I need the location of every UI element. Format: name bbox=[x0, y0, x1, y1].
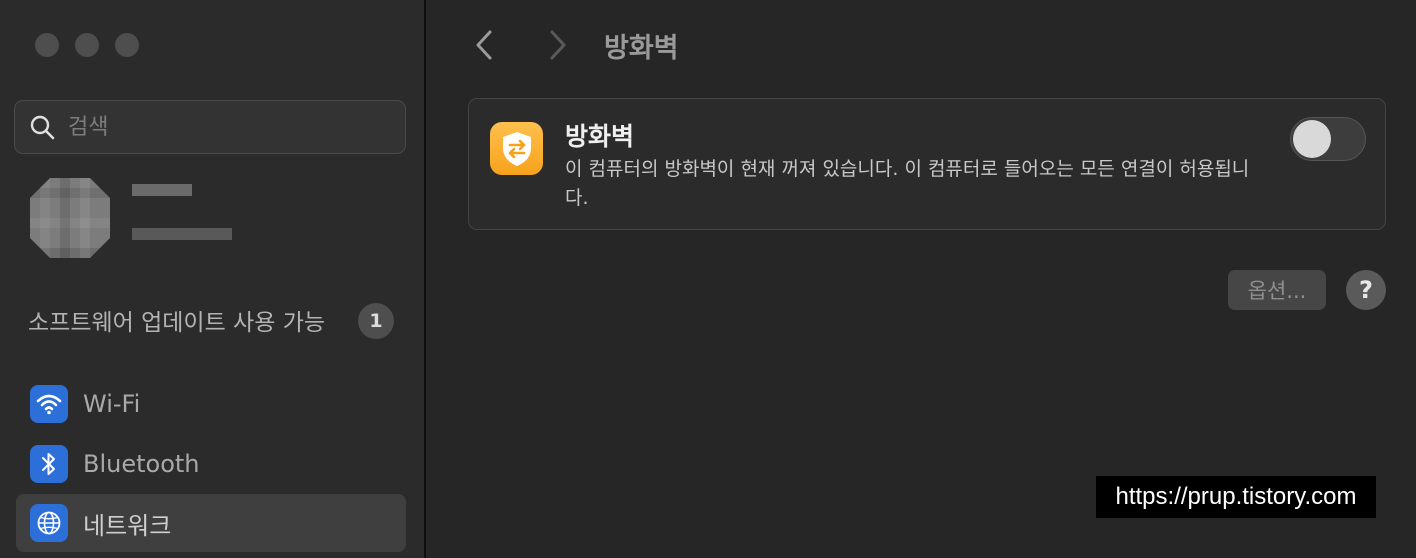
update-count-badge: 1 bbox=[358, 303, 394, 339]
software-update-row[interactable]: 소프트웨어 업데이트 사용 가능 1 bbox=[28, 301, 394, 339]
sidebar-item-label: 네트워크 bbox=[83, 511, 172, 540]
watermark-text: https://prup.tistory.com bbox=[1096, 476, 1376, 518]
minimize-window-button[interactable] bbox=[75, 33, 99, 57]
wifi-icon bbox=[30, 385, 68, 423]
window-controls bbox=[35, 33, 139, 57]
page-title: 방화벽 bbox=[604, 33, 679, 64]
firewall-toggle[interactable] bbox=[1290, 117, 1366, 161]
search-field[interactable] bbox=[14, 100, 406, 154]
help-button[interactable]: ? bbox=[1346, 270, 1386, 310]
firewall-settings-card: 방화벽 이 컴퓨터의 방화벽이 현재 꺼져 있습니다. 이 컴퓨터로 들어오는 … bbox=[468, 98, 1386, 230]
options-button[interactable]: 옵션... bbox=[1228, 270, 1326, 310]
apple-account-profile[interactable] bbox=[30, 178, 290, 260]
forward-button[interactable] bbox=[542, 28, 572, 62]
zoom-window-button[interactable] bbox=[115, 33, 139, 57]
sidebar-item-network[interactable]: 네트워크 bbox=[16, 494, 406, 552]
software-update-label: 소프트웨어 업데이트 사용 가능 bbox=[28, 310, 326, 336]
sidebar-item-label: Bluetooth bbox=[83, 450, 200, 478]
account-subtitle-redacted bbox=[132, 228, 232, 240]
sidebar: 소프트웨어 업데이트 사용 가능 1 Wi-Fi Bluetooth bbox=[0, 0, 426, 558]
sidebar-item-wifi[interactable]: Wi-Fi bbox=[16, 375, 406, 433]
sidebar-item-label: Wi-Fi bbox=[83, 390, 141, 418]
search-input[interactable] bbox=[66, 113, 370, 141]
firewall-shield-icon bbox=[490, 122, 543, 175]
firewall-description: 이 컴퓨터의 방화벽이 현재 꺼져 있습니다. 이 컴퓨터로 들어오는 모든 연… bbox=[565, 158, 1250, 209]
firewall-title: 방화벽 bbox=[565, 122, 635, 151]
search-icon bbox=[30, 115, 55, 140]
chevron-left-icon bbox=[476, 30, 492, 60]
history-navigation bbox=[470, 28, 572, 62]
close-window-button[interactable] bbox=[35, 33, 59, 57]
account-name-redacted bbox=[132, 184, 192, 196]
chevron-right-icon bbox=[550, 30, 566, 60]
sidebar-item-bluetooth[interactable]: Bluetooth bbox=[16, 435, 406, 493]
bluetooth-icon bbox=[30, 445, 68, 483]
globe-icon bbox=[30, 504, 68, 542]
toggle-knob bbox=[1293, 120, 1331, 158]
main-pane: 방화벽 방화벽 이 컴퓨터의 방화벽이 현재 꺼져 있습니다. 이 컴퓨터로 들… bbox=[428, 0, 1416, 558]
avatar bbox=[30, 178, 110, 258]
back-button[interactable] bbox=[470, 28, 500, 62]
